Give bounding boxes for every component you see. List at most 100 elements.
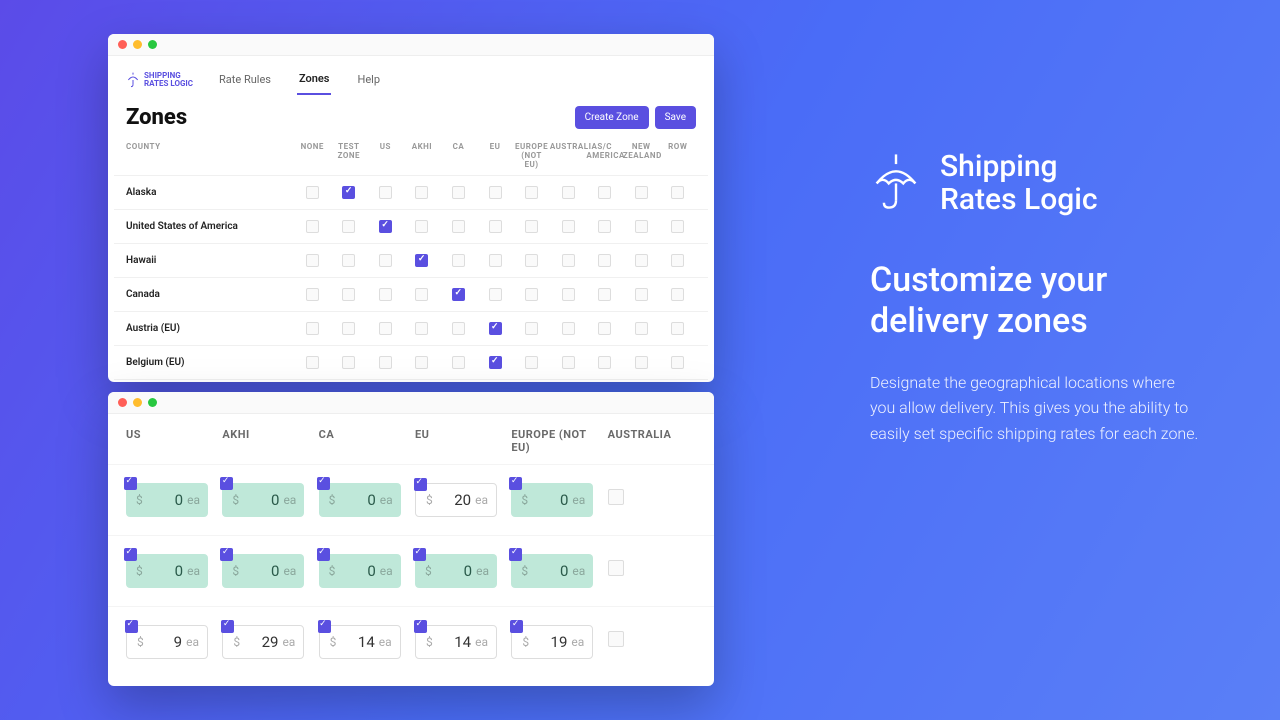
zone-checkbox[interactable] — [525, 220, 538, 233]
rate-input[interactable]: $0ea — [126, 554, 208, 588]
australia-checkbox[interactable] — [608, 489, 624, 505]
maximize-icon[interactable] — [148, 398, 157, 407]
rate-checkbox[interactable] — [125, 620, 138, 633]
zone-checkbox[interactable] — [306, 220, 319, 233]
zone-checkbox[interactable] — [379, 288, 392, 301]
zone-checkbox[interactable] — [598, 254, 611, 267]
tab-rate-rules[interactable]: Rate Rules — [217, 65, 273, 94]
zone-checkbox[interactable] — [379, 186, 392, 199]
zone-checkbox[interactable] — [489, 288, 502, 301]
zone-checkbox[interactable] — [379, 356, 392, 369]
zone-checkbox[interactable] — [525, 356, 538, 369]
rate-checkbox[interactable] — [509, 477, 522, 490]
zone-checkbox[interactable] — [452, 288, 465, 301]
zone-checkbox[interactable] — [489, 254, 502, 267]
rate-checkbox[interactable] — [414, 478, 427, 491]
zone-checkbox[interactable] — [415, 322, 428, 335]
zone-checkbox[interactable] — [489, 220, 502, 233]
zone-checkbox[interactable] — [635, 322, 648, 335]
rate-input[interactable]: $14ea — [319, 625, 401, 659]
zone-checkbox[interactable] — [306, 288, 319, 301]
zone-checkbox[interactable] — [342, 186, 355, 199]
zone-checkbox[interactable] — [415, 356, 428, 369]
rate-input[interactable]: $0ea — [415, 554, 497, 588]
zone-checkbox[interactable] — [452, 186, 465, 199]
zone-checkbox[interactable] — [379, 254, 392, 267]
zone-checkbox[interactable] — [562, 254, 575, 267]
tab-help[interactable]: Help — [355, 65, 382, 94]
zone-checkbox[interactable] — [379, 322, 392, 335]
zone-checkbox[interactable] — [452, 322, 465, 335]
rate-input[interactable]: $0ea — [222, 554, 304, 588]
zone-checkbox[interactable] — [452, 356, 465, 369]
rate-input[interactable]: $19ea — [511, 625, 593, 659]
rate-input[interactable]: $0ea — [126, 483, 208, 517]
zone-checkbox[interactable] — [415, 288, 428, 301]
rate-checkbox[interactable] — [318, 620, 331, 633]
rate-checkbox[interactable] — [124, 548, 137, 561]
zone-checkbox[interactable] — [379, 220, 392, 233]
zone-checkbox[interactable] — [635, 186, 648, 199]
zone-checkbox[interactable] — [635, 254, 648, 267]
create-zone-button[interactable]: Create Zone — [575, 106, 649, 129]
zone-checkbox[interactable] — [671, 186, 684, 199]
rate-checkbox[interactable] — [509, 548, 522, 561]
zone-checkbox[interactable] — [415, 220, 428, 233]
rate-input[interactable]: $0ea — [319, 483, 401, 517]
australia-checkbox[interactable] — [608, 631, 624, 647]
rate-input[interactable]: $0ea — [222, 483, 304, 517]
save-button[interactable]: Save — [655, 106, 696, 129]
rate-checkbox[interactable] — [124, 477, 137, 490]
australia-checkbox[interactable] — [608, 560, 624, 576]
zone-checkbox[interactable] — [598, 220, 611, 233]
rate-input[interactable]: $29ea — [222, 625, 304, 659]
zone-checkbox[interactable] — [489, 322, 502, 335]
close-icon[interactable] — [118, 40, 127, 49]
zone-checkbox[interactable] — [635, 220, 648, 233]
zone-checkbox[interactable] — [562, 220, 575, 233]
zone-checkbox[interactable] — [489, 186, 502, 199]
rate-input[interactable]: $0ea — [511, 483, 593, 517]
zone-checkbox[interactable] — [306, 186, 319, 199]
rate-input[interactable]: $20ea — [415, 483, 497, 517]
zone-checkbox[interactable] — [306, 356, 319, 369]
zone-checkbox[interactable] — [671, 288, 684, 301]
zone-checkbox[interactable] — [635, 356, 648, 369]
zone-checkbox[interactable] — [671, 356, 684, 369]
rate-checkbox[interactable] — [413, 548, 426, 561]
zone-checkbox[interactable] — [525, 186, 538, 199]
zone-checkbox[interactable] — [525, 322, 538, 335]
zone-checkbox[interactable] — [342, 322, 355, 335]
zone-checkbox[interactable] — [452, 220, 465, 233]
zone-checkbox[interactable] — [452, 254, 465, 267]
zone-checkbox[interactable] — [598, 322, 611, 335]
rate-checkbox[interactable] — [414, 620, 427, 633]
tab-zones[interactable]: Zones — [297, 64, 332, 95]
zone-checkbox[interactable] — [598, 356, 611, 369]
rate-checkbox[interactable] — [220, 548, 233, 561]
maximize-icon[interactable] — [148, 40, 157, 49]
rate-input[interactable]: $0ea — [319, 554, 401, 588]
rate-input[interactable]: $0ea — [511, 554, 593, 588]
zone-checkbox[interactable] — [525, 288, 538, 301]
zone-checkbox[interactable] — [562, 322, 575, 335]
zone-checkbox[interactable] — [562, 186, 575, 199]
rate-input[interactable]: $9ea — [126, 625, 208, 659]
zone-checkbox[interactable] — [342, 356, 355, 369]
zone-checkbox[interactable] — [635, 288, 648, 301]
rate-checkbox[interactable] — [221, 620, 234, 633]
zone-checkbox[interactable] — [306, 254, 319, 267]
zone-checkbox[interactable] — [671, 220, 684, 233]
rate-checkbox[interactable] — [317, 548, 330, 561]
minimize-icon[interactable] — [133, 40, 142, 49]
zone-checkbox[interactable] — [489, 356, 502, 369]
zone-checkbox[interactable] — [562, 356, 575, 369]
zone-checkbox[interactable] — [562, 288, 575, 301]
zone-checkbox[interactable] — [598, 288, 611, 301]
zone-checkbox[interactable] — [598, 186, 611, 199]
rate-input[interactable]: $14ea — [415, 625, 497, 659]
zone-checkbox[interactable] — [342, 254, 355, 267]
rate-checkbox[interactable] — [510, 620, 523, 633]
zone-checkbox[interactable] — [525, 254, 538, 267]
close-icon[interactable] — [118, 398, 127, 407]
